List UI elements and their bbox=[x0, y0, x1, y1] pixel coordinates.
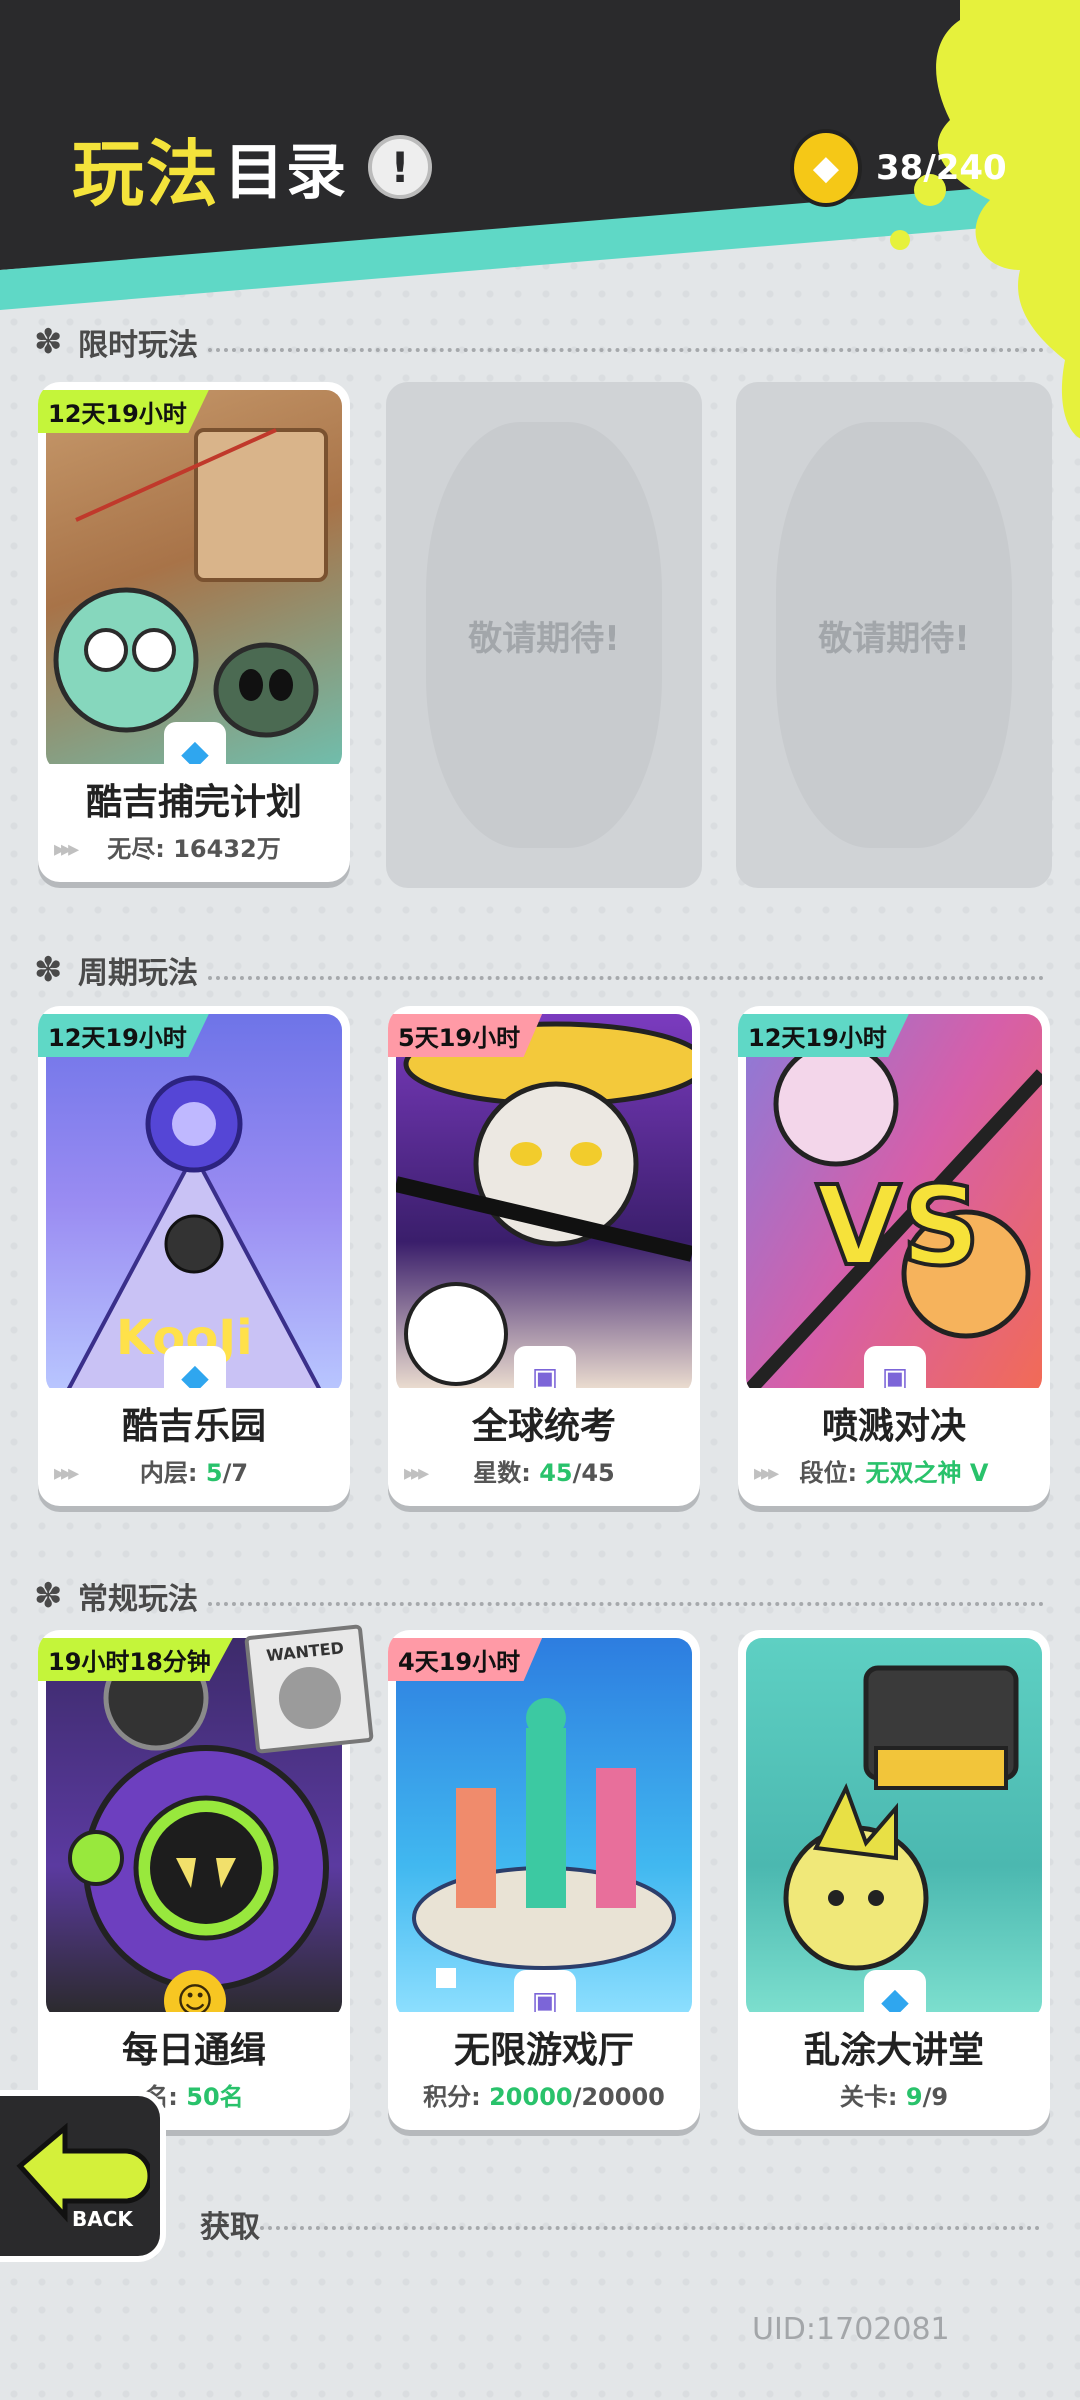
section-label: 限时玩法 bbox=[78, 328, 198, 363]
title-primary: 玩法 bbox=[72, 131, 221, 216]
section-header-limited: ✽ 限时玩法 bbox=[34, 320, 1044, 364]
timer-tag: 19小时18分钟 bbox=[38, 1638, 233, 1681]
card-artwork: VS bbox=[746, 1014, 1042, 1394]
wanted-label: WANTED bbox=[265, 1638, 345, 1666]
card-subtitle: 无尽: 16432万 bbox=[107, 834, 281, 863]
card-subtitle: 星数: 45/45 bbox=[473, 1458, 615, 1487]
coming-soon-label: 敬请期待! bbox=[468, 618, 620, 659]
game-card-splash-duel[interactable]: VS 12天19小时 ▣ 喷溅对决 段位: 无双之神 V ▸▸▸ bbox=[738, 1006, 1050, 1506]
user-id: UID:1702081 bbox=[752, 2312, 950, 2347]
card-footer: 乱涂大讲堂 关卡: 9/9 bbox=[748, 2012, 1040, 2120]
arrows-icon: ▸▸▸ bbox=[404, 1461, 429, 1486]
game-card-koji-park[interactable]: KooJi 12天19小时 ◆ 酷吉乐园 内层: 5/7 ▸▸▸ bbox=[38, 1006, 350, 1506]
title-secondary: 目录 bbox=[224, 137, 349, 208]
svg-text:VS: VS bbox=[816, 1162, 980, 1290]
coming-soon-slot: 敬请期待! bbox=[386, 382, 702, 888]
card-footer: 喷溅对决 段位: 无双之神 V bbox=[748, 1388, 1040, 1496]
wanted-poster-icon[interactable]: WANTED bbox=[244, 1624, 374, 1754]
card-subtitle: 关卡: 9/9 bbox=[839, 2082, 949, 2111]
info-icon[interactable]: ! bbox=[368, 135, 433, 199]
coming-soon-label: 敬请期待! bbox=[818, 618, 970, 659]
card-footer: 全球统考 星数: 45/45 bbox=[398, 1388, 690, 1496]
game-card-doodle-class[interactable]: ◆ 乱涂大讲堂 关卡: 9/9 bbox=[738, 1630, 1050, 2130]
coin-icon: ◆ bbox=[790, 129, 862, 207]
card-subtitle: 积分: 20000/20000 bbox=[423, 2082, 665, 2111]
card-title: 每日通缉 bbox=[121, 2029, 266, 2071]
flower-icon: ✽ bbox=[34, 950, 63, 990]
flower-icon: ✽ bbox=[34, 1576, 63, 1616]
card-title: 酷吉捕完计划 bbox=[85, 781, 302, 823]
flower-icon: ✽ bbox=[34, 322, 63, 362]
timer-tag: 12天19小时 bbox=[38, 390, 209, 433]
card-title: 喷溅对决 bbox=[821, 1405, 966, 1447]
timer-tag: 12天19小时 bbox=[738, 1014, 909, 1057]
fan-icon bbox=[275, 1663, 345, 1733]
card-artwork: KooJi bbox=[46, 1014, 342, 1394]
coming-soon-slot: 敬请期待! bbox=[736, 382, 1052, 888]
currency-value: 38/240 bbox=[876, 148, 1007, 188]
section-label: 常规玩法 bbox=[78, 1582, 198, 1617]
section-label-obtain: 获取 bbox=[200, 2210, 260, 2245]
arrows-icon: ▸▸▸ bbox=[754, 1461, 779, 1486]
card-artwork bbox=[746, 1638, 1042, 2018]
game-card-global-exam[interactable]: 5天19小时 ▣ 全球统考 星数: 45/45 ▸▸▸ bbox=[388, 1006, 700, 1506]
card-title: 无限游戏厅 bbox=[453, 2029, 634, 2071]
divider bbox=[208, 976, 1044, 980]
card-title: 乱涂大讲堂 bbox=[803, 2029, 984, 2071]
card-artwork bbox=[396, 1014, 692, 1394]
card-title: 全球统考 bbox=[471, 1405, 616, 1447]
add-currency-button[interactable]: + bbox=[1013, 141, 1058, 195]
card-subtitle: 段位: 无双之神 V bbox=[799, 1458, 989, 1487]
game-card-infinite-arcade[interactable]: 4天19小时 ▣ 无限游戏厅 积分: 20000/20000 bbox=[388, 1630, 700, 2130]
divider bbox=[208, 1602, 1044, 1606]
divider bbox=[208, 348, 1044, 352]
card-footer: 无限游戏厅 积分: 20000/20000 bbox=[398, 2012, 690, 2120]
timer-tag: 4天19小时 bbox=[388, 1638, 543, 1681]
page-title: 玩法 目录 ! bbox=[72, 122, 433, 216]
timer-tag: 5天19小时 bbox=[388, 1014, 543, 1057]
svg-text:BACK: BACK bbox=[72, 2207, 134, 2231]
section-label: 周期玩法 bbox=[78, 956, 198, 991]
section-header-regular: ✽ 常规玩法 bbox=[34, 1574, 1044, 1618]
divider bbox=[260, 2226, 1040, 2230]
card-subtitle: 内层: 5/7 bbox=[139, 1458, 249, 1487]
timer-tag: 12天19小时 bbox=[38, 1014, 209, 1057]
game-card-koji-capture[interactable]: 12天19小时 ◆ 酷吉捕完计划 无尽: 16432万 ▸▸▸ bbox=[38, 382, 350, 882]
arrows-icon: ▸▸▸ bbox=[54, 837, 79, 862]
section-header-periodic: ✽ 周期玩法 bbox=[34, 948, 1044, 992]
card-title: 酷吉乐园 bbox=[121, 1405, 266, 1447]
card-footer: 酷吉捕完计划 无尽: 16432万 bbox=[48, 764, 340, 872]
card-artwork bbox=[46, 390, 342, 770]
arrows-icon: ▸▸▸ bbox=[54, 1461, 79, 1486]
back-arrow-icon: BACK bbox=[16, 2122, 150, 2231]
card-footer: 酷吉乐园 内层: 5/7 bbox=[48, 1388, 340, 1496]
currency-display: ◆ 38/240 + bbox=[790, 128, 1058, 208]
card-artwork bbox=[396, 1638, 692, 2018]
back-button[interactable]: BACK bbox=[0, 2090, 166, 2262]
